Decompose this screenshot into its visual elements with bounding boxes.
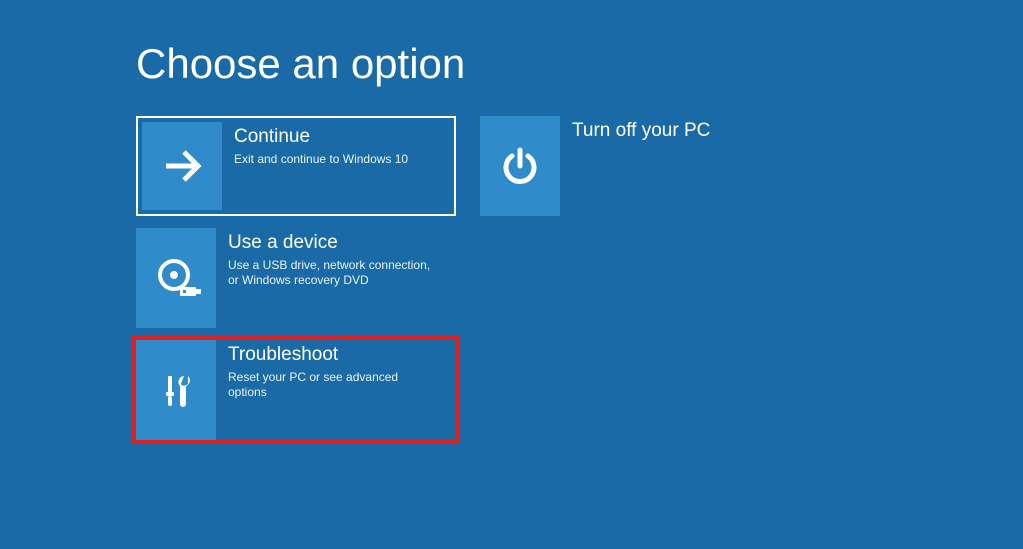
- option-continue-desc: Exit and continue to Windows 10: [234, 152, 408, 168]
- option-troubleshoot[interactable]: Troubleshoot Reset your PC or see advanc…: [136, 340, 456, 440]
- page-title: Choose an option: [136, 40, 1023, 88]
- option-troubleshoot-title: Troubleshoot: [228, 344, 438, 367]
- option-use-device-title: Use a device: [228, 232, 438, 255]
- option-use-device-desc: Use a USB drive, network connection, or …: [228, 258, 438, 289]
- option-continue[interactable]: Continue Exit and continue to Windows 10: [136, 116, 456, 216]
- option-turn-off-title: Turn off your PC: [572, 120, 710, 143]
- option-turn-off-text: Turn off your PC: [560, 116, 720, 216]
- option-turn-off[interactable]: Turn off your PC: [480, 116, 800, 216]
- option-continue-title: Continue: [234, 126, 408, 149]
- empty-cell: [480, 228, 800, 328]
- option-troubleshoot-desc: Reset your PC or see advanced options: [228, 370, 438, 401]
- power-icon: [480, 116, 560, 216]
- option-troubleshoot-text: Troubleshoot Reset your PC or see advanc…: [216, 340, 448, 440]
- recovery-environment-screen: Choose an option Continue Exit and conti…: [0, 0, 1023, 440]
- arrow-right-icon: [142, 122, 222, 210]
- option-use-device-text: Use a device Use a USB drive, network co…: [216, 228, 448, 328]
- options-grid: Continue Exit and continue to Windows 10…: [136, 116, 1023, 440]
- tools-icon: [136, 340, 216, 440]
- device-disc-usb-icon: [136, 228, 216, 328]
- option-continue-text: Continue Exit and continue to Windows 10: [222, 122, 418, 210]
- option-use-device[interactable]: Use a device Use a USB drive, network co…: [136, 228, 456, 328]
